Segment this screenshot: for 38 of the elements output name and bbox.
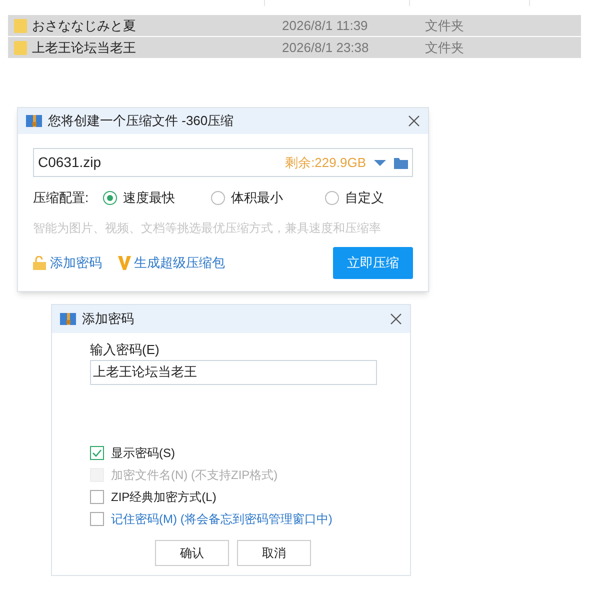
dropdown-icon[interactable] <box>374 158 386 166</box>
checkbox-option[interactable]: 记住密码(M) (将会备忘到密码管理窗口中) <box>90 510 410 528</box>
checkbox-option[interactable]: 显示密码(S) <box>90 444 410 462</box>
close-icon[interactable] <box>408 115 420 127</box>
dialog-button[interactable]: 确认 <box>155 540 229 566</box>
file-type: 文件夹 <box>425 38 464 57</box>
checkbox-option[interactable]: ZIP经典加密方式(L) <box>90 488 410 506</box>
radio-option[interactable]: 速度最快 <box>103 188 211 208</box>
dialog-button[interactable]: 取消 <box>237 540 311 566</box>
dialog-title: 添加密码 <box>82 310 135 328</box>
archive-icon <box>60 312 76 326</box>
padlock-icon <box>33 256 46 270</box>
file-row[interactable]: 上老王论坛当老王 2026/8/1 23:38 文件夹 <box>8 37 581 58</box>
file-name: おさななじみと夏 <box>32 16 137 35</box>
super-package-link[interactable]: 生成超级压缩包 <box>134 253 225 273</box>
folder-icon[interactable] <box>394 156 408 168</box>
checkmark-icon <box>92 448 102 456</box>
radio-option[interactable]: 体积最小 <box>211 188 325 208</box>
password-label: 输入密码(E) <box>90 341 160 359</box>
config-label: 压缩配置: <box>33 189 90 208</box>
radio-option[interactable]: 自定义 <box>325 188 405 208</box>
dialog-title: 您将创建一个压缩文件 -360压缩 <box>48 112 235 130</box>
filename-field[interactable]: C0631.zip 剩余:229.9GB <box>33 148 413 177</box>
hint-text: 智能为图片、视频、文档等挑选最优压缩方式，兼具速度和压缩率 <box>33 220 382 237</box>
folder-icon <box>14 18 27 32</box>
folder-icon <box>14 40 27 54</box>
password-field[interactable]: 上老王论坛当老王 <box>90 360 377 384</box>
free-space-label: 剩余:229.9GB <box>285 154 366 172</box>
add-password-link[interactable]: 添加密码 <box>50 253 102 273</box>
file-type: 文件夹 <box>425 16 464 35</box>
v-icon <box>118 256 131 270</box>
archive-icon <box>26 114 42 128</box>
close-icon[interactable] <box>390 313 402 325</box>
modified-date: 2026/8/1 11:39 <box>282 16 369 35</box>
file-name: 上老王论坛当老王 <box>32 38 137 57</box>
file-row[interactable]: おさななじみと夏 2026/8/1 11:39 文件夹 <box>8 15 581 36</box>
modified-date: 2026/8/1 23:38 <box>282 38 370 57</box>
checkbox-option: 加密文件名(N) (不支持ZIP格式) <box>90 466 410 484</box>
